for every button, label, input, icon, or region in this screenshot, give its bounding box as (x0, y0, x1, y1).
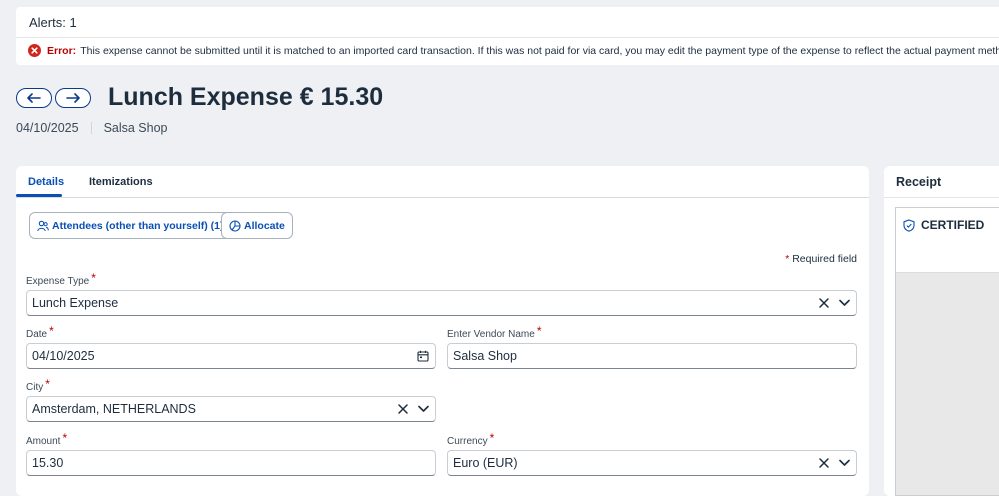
required-marker: * (45, 377, 50, 391)
expense-details-card: Details Itemizations Attendees (other th… (16, 166, 869, 496)
required-marker: * (489, 431, 495, 445)
city-label-text: City (26, 382, 44, 393)
calendar-icon[interactable] (417, 350, 429, 362)
date-label: Date * (26, 324, 54, 340)
receipt-panel: Receipt CERTIFIED (884, 166, 999, 496)
receipt-title: Receipt (896, 175, 942, 189)
shield-icon (903, 218, 915, 232)
expense-type-value: Lunch Expense (32, 296, 119, 310)
receipt-viewer[interactable]: CERTIFIED (895, 207, 999, 496)
receipt-header: CERTIFIED (896, 208, 999, 273)
subtitle-vendor: Salsa Shop (103, 121, 168, 135)
expense-type-label-text: Expense Type (26, 276, 90, 287)
currency-label-text: Currency (447, 436, 488, 447)
attendees-button-label: Attendees (other than yourself) (1) (52, 219, 224, 232)
amount-label-text: Amount (26, 436, 61, 447)
required-field-note: * Required field (785, 253, 857, 265)
amount-value: 15.30 (32, 456, 64, 470)
city-label: City * (26, 377, 50, 393)
expense-type-select[interactable]: Lunch Expense (26, 290, 857, 316)
clear-icon[interactable] (819, 458, 829, 468)
amount-label: Amount * (26, 431, 68, 447)
page-title: Lunch Expense € 15.30 (108, 83, 384, 111)
certified-label: CERTIFIED (921, 218, 985, 232)
attendees-button[interactable]: Attendees (other than yourself) (1) (29, 212, 232, 239)
required-marker: * (536, 324, 542, 338)
page-subtitle: 04/10/2025 Salsa Shop (16, 121, 168, 135)
active-tab-indicator (16, 194, 62, 197)
attendees-icon (37, 220, 49, 232)
currency-value: Euro (EUR) (453, 456, 518, 470)
subtitle-date: 04/10/2025 (16, 121, 79, 135)
vendor-value: Salsa Shop (453, 349, 517, 363)
arrow-left-icon (27, 93, 41, 103)
required-marker: * (785, 253, 790, 265)
subtitle-separator (90, 122, 92, 134)
date-label-text: Date (26, 329, 48, 340)
tab-details[interactable]: Details (28, 176, 64, 188)
allocate-button-label: Allocate (244, 219, 285, 232)
receipt-divider (884, 197, 999, 198)
error-message-row: Error: This expense cannot be submitted … (28, 44, 999, 57)
vendor-name-input[interactable]: Salsa Shop (447, 343, 857, 369)
currency-label: Currency * (447, 431, 495, 447)
next-button[interactable] (55, 88, 91, 108)
certified-badge: CERTIFIED (903, 218, 984, 232)
currency-select[interactable]: Euro (EUR) (447, 450, 857, 476)
error-icon (28, 44, 41, 57)
city-select[interactable]: Amsterdam, NETHERLANDS (26, 396, 436, 422)
tab-bar: Details Itemizations (16, 166, 869, 198)
city-value: Amsterdam, NETHERLANDS (32, 402, 196, 416)
required-marker: * (62, 431, 68, 445)
arrow-right-icon (66, 93, 80, 103)
amount-input[interactable]: 15.30 (26, 450, 436, 476)
alerts-panel: Alerts: 1 Error: This expense cannot be … (16, 7, 999, 65)
alerts-divider (16, 37, 999, 38)
date-field[interactable]: 04/10/2025 (26, 343, 436, 369)
vendor-label: Enter Vendor Name * (447, 324, 542, 340)
alerts-title: Alerts: 1 (29, 15, 77, 30)
error-label: Error: (47, 44, 77, 57)
previous-button[interactable] (16, 88, 52, 108)
clear-icon[interactable] (398, 404, 408, 414)
required-note-text: Required field (792, 253, 857, 265)
required-marker: * (49, 324, 54, 338)
tab-itemizations[interactable]: Itemizations (89, 176, 153, 188)
vendor-label-text: Enter Vendor Name (447, 329, 535, 340)
chevron-down-icon[interactable] (839, 459, 850, 467)
allocate-button[interactable]: Allocate (221, 212, 293, 239)
clear-icon[interactable] (819, 298, 829, 308)
error-text: This expense cannot be submitted until i… (80, 44, 999, 57)
date-value: 04/10/2025 (32, 349, 95, 363)
allocate-icon (229, 219, 241, 232)
chevron-down-icon[interactable] (839, 299, 850, 307)
chevron-down-icon[interactable] (418, 405, 429, 413)
required-marker: * (91, 271, 96, 285)
expense-type-label: Expense Type * (26, 271, 96, 287)
